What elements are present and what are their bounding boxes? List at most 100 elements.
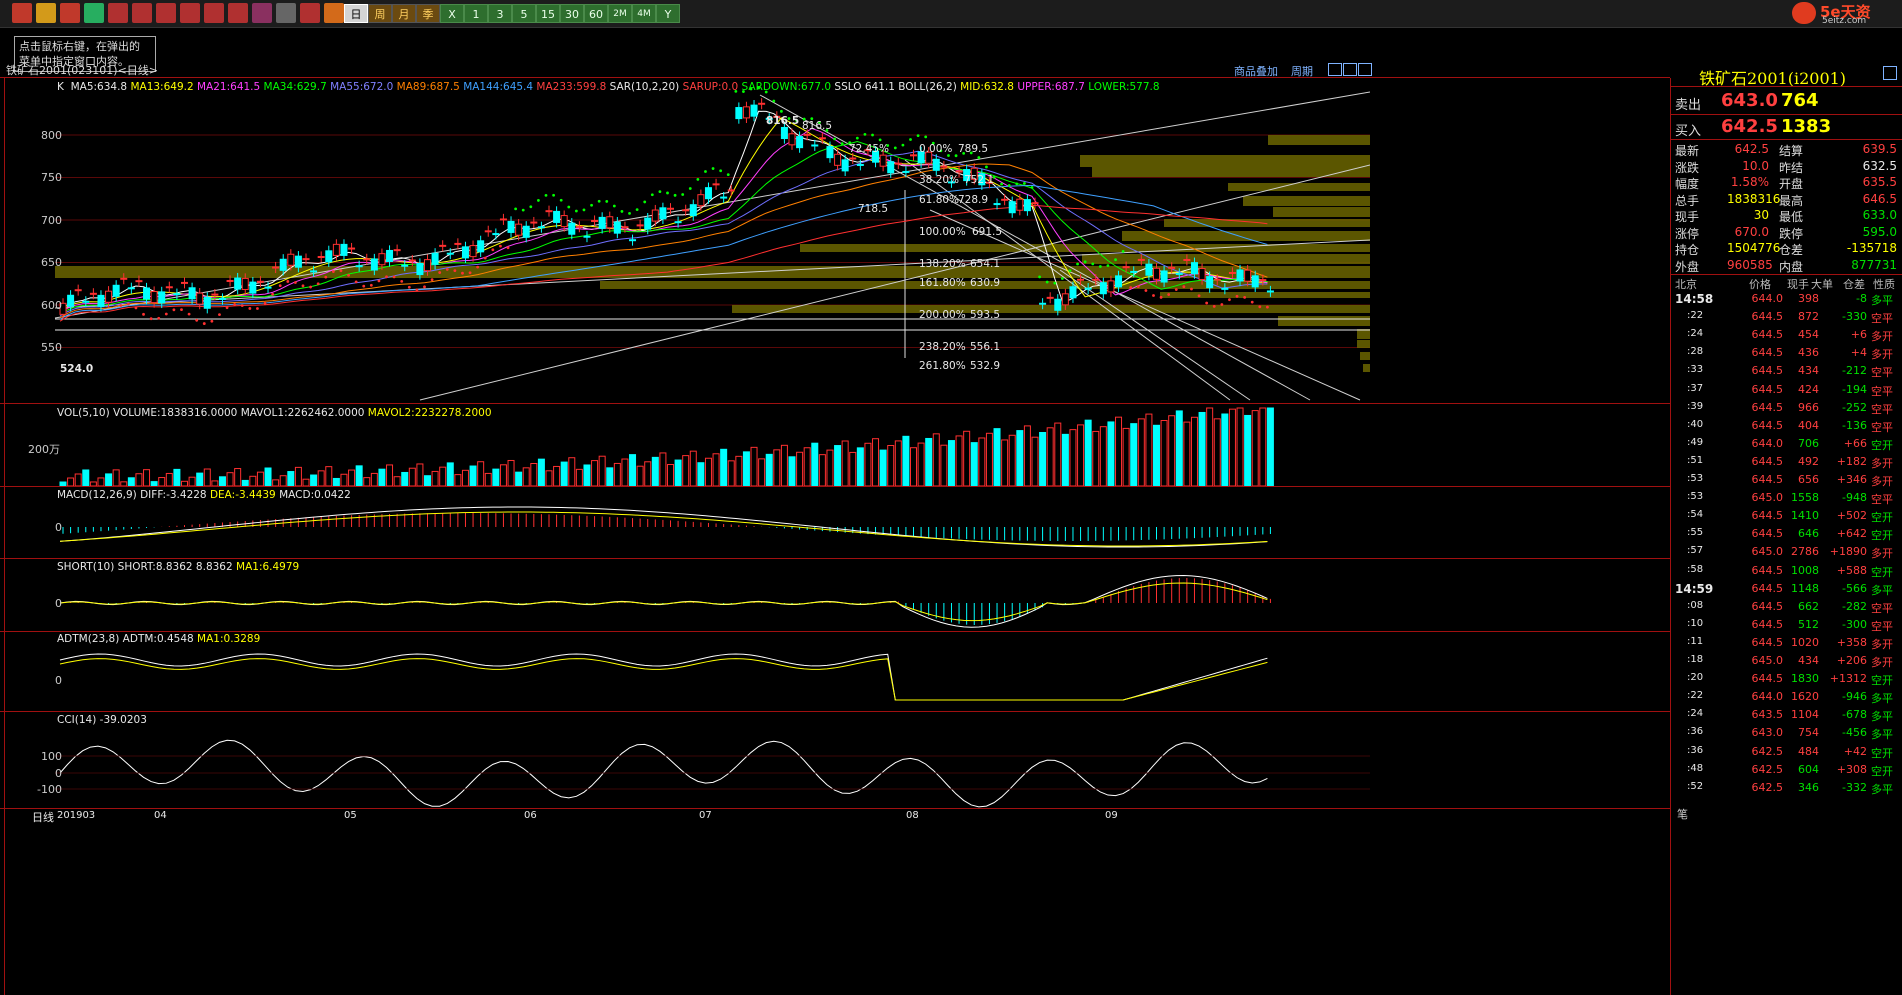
candle-body xyxy=(1251,275,1259,288)
period-day-button[interactable]: 日 xyxy=(344,4,368,23)
legend-ma5: MA5:634.8 xyxy=(70,81,128,93)
layout-3-icon[interactable] xyxy=(1358,63,1372,76)
sar-dot xyxy=(559,198,563,202)
volume-profile-bar xyxy=(1278,316,1370,326)
period-month-button[interactable]: 月 xyxy=(392,4,416,23)
candle-body xyxy=(651,209,659,222)
period-4h-button[interactable]: 4M xyxy=(632,4,656,23)
tick-price: 644.5 xyxy=(1751,635,1784,649)
period-x-button[interactable]: X xyxy=(440,4,464,23)
period-2h-button[interactable]: 2M xyxy=(608,4,632,23)
tick-oi-change: +642 xyxy=(1836,527,1867,541)
tick-row: :54 644.5 1410 +502 空开 xyxy=(1671,509,1902,527)
period-season-button[interactable]: 季 xyxy=(416,4,440,23)
tick-volume: 1148 xyxy=(1791,581,1819,595)
adtm-ma-line xyxy=(59,658,1268,701)
tick-volume: 424 xyxy=(1798,382,1819,396)
sar-dot xyxy=(552,193,555,197)
indicator-icon[interactable] xyxy=(252,3,272,23)
quote-label: 最高 xyxy=(1779,193,1804,208)
tick-time: :11 xyxy=(1687,635,1704,647)
candle-body xyxy=(818,137,826,140)
volume-bar xyxy=(629,454,637,487)
tick-volume: 1558 xyxy=(1791,491,1819,505)
volume-bar xyxy=(294,466,302,487)
time-201903: 201903 xyxy=(57,810,96,821)
cci-axis-0: 0 xyxy=(55,767,62,780)
table-icon[interactable] xyxy=(276,3,296,23)
sar-dot xyxy=(172,308,176,312)
sar-dot xyxy=(1015,182,1019,186)
period-3m-button[interactable]: 3 xyxy=(488,4,512,23)
fib-2618: 261.80% xyxy=(919,360,966,372)
tick-oi-change: +502 xyxy=(1836,509,1867,523)
candle-body xyxy=(454,242,462,245)
period-1m-button[interactable]: 1 xyxy=(464,4,488,23)
kline-chart[interactable] xyxy=(0,77,1370,995)
volume-bar xyxy=(1206,407,1214,487)
period-60m-button[interactable]: 60 xyxy=(584,4,608,23)
period-week-button[interactable]: 周 xyxy=(368,4,392,23)
refresh-icon[interactable] xyxy=(84,3,104,23)
volume-bar xyxy=(925,437,933,487)
candle-body xyxy=(1031,202,1039,205)
candle-body xyxy=(636,224,644,227)
tick-header-vol: 现手 xyxy=(1787,278,1809,291)
sar-dot xyxy=(1068,269,1072,273)
volume-bar xyxy=(1069,429,1077,487)
volume-bar xyxy=(773,449,781,487)
tick-volume: 872 xyxy=(1798,310,1819,324)
layout-2-icon[interactable] xyxy=(1343,63,1357,76)
eraser-icon[interactable] xyxy=(204,3,224,23)
layout-1-icon[interactable] xyxy=(1328,63,1342,76)
sar-dot xyxy=(1091,262,1095,266)
tick-icon[interactable] xyxy=(324,3,344,23)
candle-body xyxy=(386,249,394,263)
candle-body xyxy=(431,252,439,265)
fib-2618-val: 532.9 xyxy=(970,360,1001,372)
quote-value: 632.5 xyxy=(1862,158,1897,173)
candle-body xyxy=(287,253,295,266)
tick-time: :22 xyxy=(1687,690,1704,702)
sar-dot xyxy=(1212,304,1216,308)
sar-dot xyxy=(157,316,161,320)
candle-body xyxy=(332,243,340,256)
zoom-in-icon[interactable] xyxy=(108,3,128,23)
sar-dot xyxy=(985,165,988,169)
sar-dot xyxy=(582,208,586,212)
filter-icon[interactable] xyxy=(228,3,248,23)
sar-dot xyxy=(423,285,426,289)
draw-line-icon[interactable] xyxy=(180,3,200,23)
period-15m-button[interactable]: 15 xyxy=(536,4,560,23)
chart-icon[interactable] xyxy=(300,3,320,23)
legend-ma55: MA55:672.0 xyxy=(330,81,394,93)
tick-nature: 空平 xyxy=(1871,384,1893,398)
tick-price: 644.5 xyxy=(1751,346,1784,360)
volume-bar xyxy=(1039,431,1047,487)
sar-dot xyxy=(347,273,350,277)
volume-bar xyxy=(469,465,477,487)
candle-body xyxy=(1130,270,1138,273)
volume-bar xyxy=(651,456,659,487)
tick-time: :55 xyxy=(1687,527,1704,539)
candle-body xyxy=(181,281,188,284)
search-icon[interactable] xyxy=(156,3,176,23)
window-icon[interactable] xyxy=(60,3,80,23)
zoom-out-icon[interactable] xyxy=(132,3,152,23)
tick-price: 644.5 xyxy=(1751,581,1784,595)
period-5m-button[interactable]: 5 xyxy=(512,4,536,23)
sar-dot xyxy=(392,275,396,279)
candle-body xyxy=(644,217,652,230)
home-icon[interactable] xyxy=(12,3,32,23)
open-icon[interactable] xyxy=(36,3,56,23)
tick-row: :52 642.5 346 -332 多平 xyxy=(1671,781,1902,799)
quote-value: 633.0 xyxy=(1862,208,1897,222)
tick-time: :08 xyxy=(1687,599,1704,611)
sar-dot xyxy=(1030,185,1034,189)
panel-toggle-icon[interactable] xyxy=(1883,66,1897,80)
volume-profile-bar xyxy=(1273,207,1370,217)
period-30m-button[interactable]: 30 xyxy=(560,4,584,23)
period-year-button[interactable]: Y xyxy=(656,4,680,23)
tick-nature: 多开 xyxy=(1871,348,1893,362)
candle-body xyxy=(629,239,637,242)
